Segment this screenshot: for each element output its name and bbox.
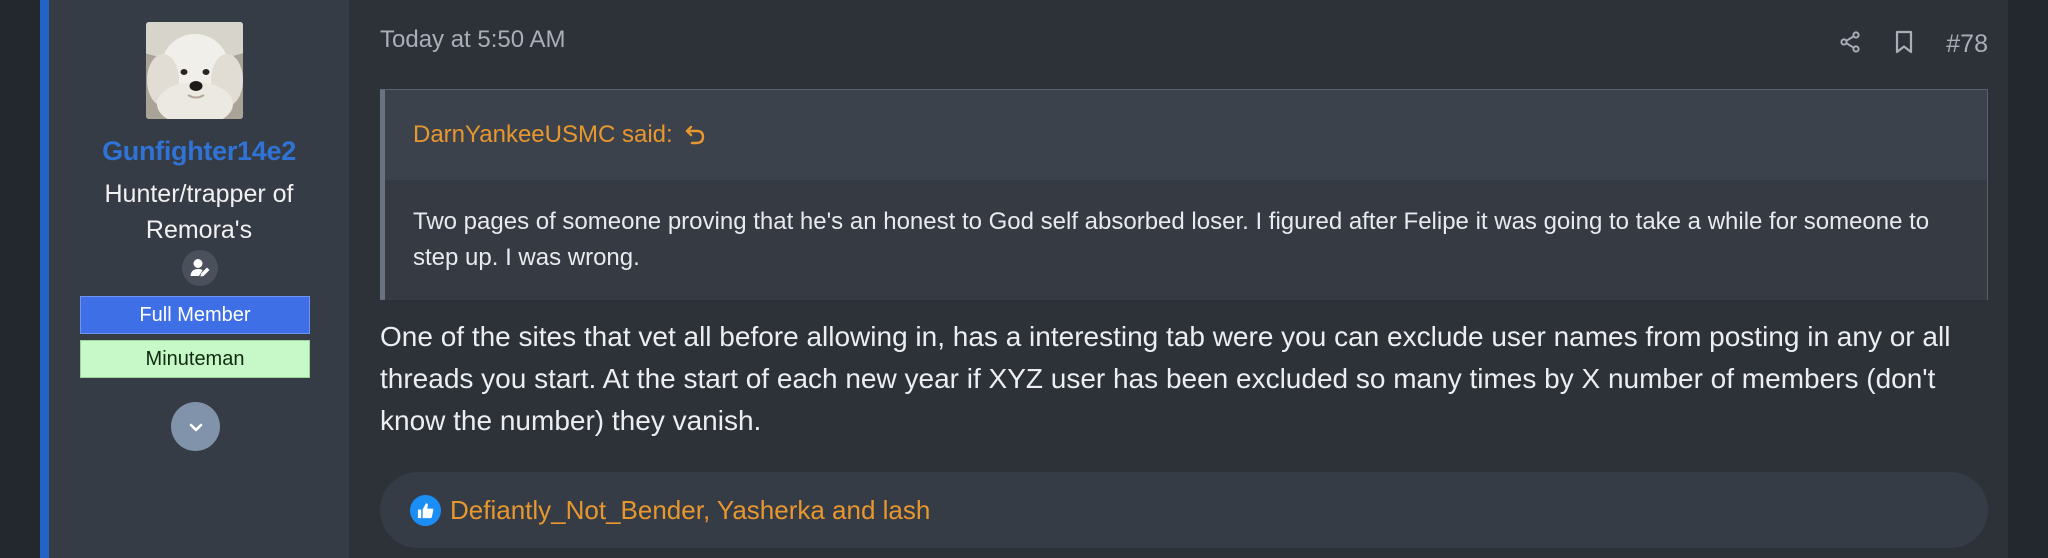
quote-text: Two pages of someone proving that he's a… [385,180,1987,300]
forum-post: Gunfighter14e2 Hunter/trapper of Remora'… [40,0,2008,558]
user-title: Hunter/trapper of Remora's [104,180,294,244]
avatar[interactable] [146,22,243,119]
post-number-link[interactable]: #78 [1946,30,1988,59]
expand-user-info-button[interactable] [171,402,220,451]
share-icon[interactable] [1838,30,1862,59]
post-timestamp-link[interactable]: Today at 5:50 AM [380,26,565,54]
user-info-panel: Gunfighter14e2 Hunter/trapper of Remora'… [49,0,349,558]
post-content: Today at 5:50 AM #78 DarnYankeeUSMC said… [349,0,2008,558]
reply-arrow-icon[interactable] [685,123,707,147]
chevron-down-icon [189,423,202,431]
message-body: One of the sites that vet all before all… [380,321,1951,436]
bookmark-icon[interactable] [1892,29,1916,60]
user-edit-icon[interactable] [182,250,218,286]
banner-minuteman: Minuteman [80,340,310,378]
banner-full-member: Full Member [80,296,310,334]
reactions-bar[interactable]: Defiantly_Not_Bender, Yasherka and lash [380,472,1988,548]
quote-author[interactable]: DarnYankeeUSMC said: [413,121,673,149]
thumbs-up-icon [410,494,441,526]
page: Gunfighter14e2 Hunter/trapper of Remora'… [0,0,2048,558]
reaction-users-link[interactable]: Defiantly_Not_Bender, Yasherka and lash [450,495,930,526]
quote-attribution[interactable]: DarnYankeeUSMC said: [385,90,1987,180]
post-actions: #78 [1838,26,1988,62]
username-link[interactable]: Gunfighter14e2 [49,136,349,167]
quote-block: DarnYankeeUSMC said: Two pages of someon… [380,89,1988,300]
